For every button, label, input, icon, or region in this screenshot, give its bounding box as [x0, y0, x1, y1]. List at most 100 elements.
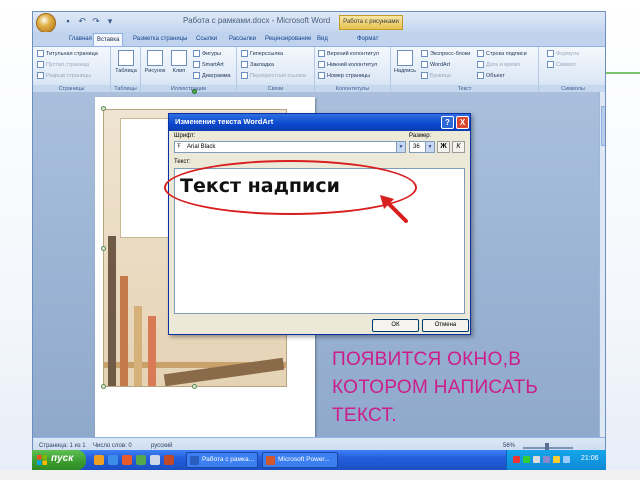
cross-reference-button[interactable]: Перекрестная ссылка — [241, 71, 306, 81]
close-button[interactable]: X — [456, 116, 469, 129]
undo-icon[interactable]: ↶ — [77, 16, 87, 26]
wordart-label: WordArt — [430, 62, 451, 68]
start-button[interactable]: пуск — [32, 450, 86, 470]
taskbar-item-label: Работа с рамка... — [202, 456, 255, 463]
zoom-level[interactable]: 56% — [503, 443, 515, 449]
footer-button[interactable]: Нижний колонтитул — [318, 60, 377, 70]
equation-button[interactable]: Формула — [547, 49, 579, 59]
system-tray: 21:06 — [506, 450, 606, 470]
textbox-button[interactable]: Надпись — [392, 50, 418, 74]
cancel-button[interactable]: Отмена — [422, 319, 469, 332]
tray-network-icon[interactable] — [543, 456, 550, 463]
equation-label: Формула — [556, 51, 580, 57]
group-pages: Титульная страница Пустая страница Разры… — [33, 47, 111, 93]
tray-app-icon[interactable] — [523, 456, 530, 463]
quicklaunch-desktop-icon[interactable] — [136, 455, 146, 465]
shapes-button[interactable]: Фигуры — [193, 49, 221, 59]
resize-handle[interactable] — [101, 246, 106, 251]
tray-app-icon[interactable] — [563, 456, 570, 463]
scroll-thumb[interactable] — [601, 106, 605, 146]
annotation-arrow-icon — [380, 195, 408, 223]
wordart-button[interactable]: WordArt — [421, 60, 450, 70]
picture-pencil — [134, 306, 142, 386]
tab-references[interactable]: Ссылки — [196, 33, 217, 46]
group-tables: Таблица Таблицы — [111, 47, 141, 93]
size-select[interactable]: 36 ▼ — [409, 141, 435, 153]
cover-page-button[interactable]: Титульная страница — [37, 49, 98, 59]
ribbon: Титульная страница Пустая страница Разры… — [33, 46, 605, 93]
dropcap-button[interactable]: Буквица — [421, 71, 451, 81]
taskbar-item-powerpoint[interactable]: Microsoft Power... — [262, 452, 338, 468]
chart-button[interactable]: Диаграмма — [193, 71, 231, 81]
tab-insert[interactable]: Вставка — [93, 33, 124, 46]
chart-label: Диаграмма — [202, 73, 231, 79]
caption-line: ПОЯВИТСЯ ОКНО,В — [332, 349, 522, 370]
blank-page-button[interactable]: Пустая страница — [37, 60, 89, 70]
header-label: Верхний колонтитул — [327, 51, 379, 57]
clipart-icon — [171, 50, 187, 66]
picture-label: Рисунок — [144, 68, 166, 74]
page-number-label: Номер страницы — [327, 73, 371, 79]
blank-page-label: Пустая страница — [46, 62, 90, 68]
bookmark-button[interactable]: Закладка — [241, 60, 274, 70]
signature-line-button[interactable]: Строка подписи — [477, 49, 527, 59]
symbol-button[interactable]: Символ — [547, 60, 576, 70]
clock[interactable]: 21:06 — [581, 455, 599, 462]
clipart-button[interactable]: Клип — [167, 50, 191, 74]
taskbar-item-word[interactable]: Работа с рамка... — [186, 452, 258, 468]
header-button[interactable]: Верхний колонтитул — [318, 49, 379, 59]
status-page[interactable]: Страница: 1 из 1 — [39, 443, 86, 449]
bold-button[interactable]: Ж — [437, 141, 450, 153]
quick-parts-button[interactable]: Экспресс-блоки — [421, 49, 470, 59]
dialog-titlebar[interactable]: Изменение текста WordArt ? X — [169, 114, 470, 131]
status-language[interactable]: русский — [151, 443, 173, 449]
date-time-button[interactable]: Дата и время — [477, 60, 520, 70]
windows-flag-icon — [37, 455, 47, 465]
picture-button[interactable]: Рисунок — [143, 50, 167, 74]
chevron-down-icon[interactable]: ▼ — [396, 142, 405, 152]
date-time-label: Дата и время — [486, 62, 521, 68]
tab-mailings[interactable]: Рассылки — [229, 33, 256, 46]
word-icon — [190, 456, 199, 465]
italic-button[interactable]: К — [452, 141, 465, 153]
tab-home[interactable]: Главная — [69, 33, 92, 46]
quicklaunch-app-icon[interactable] — [150, 455, 160, 465]
font-select[interactable]: Ŧ Arial Black ▼ — [174, 141, 406, 153]
resize-handle[interactable] — [101, 106, 106, 111]
ok-button[interactable]: ОК — [372, 319, 419, 332]
page-break-button[interactable]: Разрыв страницы — [37, 71, 91, 81]
tray-app-icon[interactable] — [533, 456, 540, 463]
textbox-label: Надпись — [394, 68, 416, 74]
quicklaunch-ie-icon[interactable] — [108, 455, 118, 465]
resize-handle[interactable] — [101, 384, 106, 389]
tab-format[interactable]: Формат — [357, 33, 378, 46]
quicklaunch-media-icon[interactable] — [122, 455, 132, 465]
redo-icon[interactable]: ↷ — [91, 16, 101, 26]
quicklaunch-app-icon[interactable] — [164, 455, 174, 465]
quicklaunch-folder-icon[interactable] — [94, 455, 104, 465]
hyperlink-button[interactable]: Гиперссылка — [241, 49, 283, 59]
table-button[interactable]: Таблица — [114, 50, 138, 74]
chevron-down-icon[interactable]: ▼ — [425, 142, 434, 152]
smartart-button[interactable]: SmartArt — [193, 60, 224, 70]
tab-review[interactable]: Рецензирование — [265, 33, 311, 46]
tray-app-icon[interactable] — [513, 456, 520, 463]
picture-pencil — [148, 316, 156, 386]
tab-view[interactable]: Вид — [317, 33, 328, 46]
tab-page-layout[interactable]: Разметка страницы — [133, 33, 187, 46]
object-button[interactable]: Объект — [477, 71, 505, 81]
status-word-count[interactable]: Число слов: 0 — [93, 443, 132, 449]
caption-line: КОТОРОМ НАПИСАТЬ — [332, 377, 539, 398]
slide-bottom-strip — [0, 470, 640, 480]
save-icon[interactable]: ▪ — [63, 16, 73, 26]
help-button[interactable]: ? — [441, 116, 454, 129]
group-header-footer: Верхний колонтитул Нижний колонтитул Ном… — [315, 47, 391, 93]
office-button[interactable] — [36, 13, 56, 33]
hyperlink-label: Гиперссылка — [250, 51, 284, 57]
page-number-button[interactable]: Номер страницы — [318, 71, 370, 81]
quick-access-dropdown-icon[interactable]: ▾ — [105, 16, 115, 26]
rotation-handle[interactable] — [192, 89, 197, 94]
resize-handle[interactable] — [192, 384, 197, 389]
tray-volume-icon[interactable] — [553, 456, 560, 463]
picture-pencil — [120, 276, 128, 386]
